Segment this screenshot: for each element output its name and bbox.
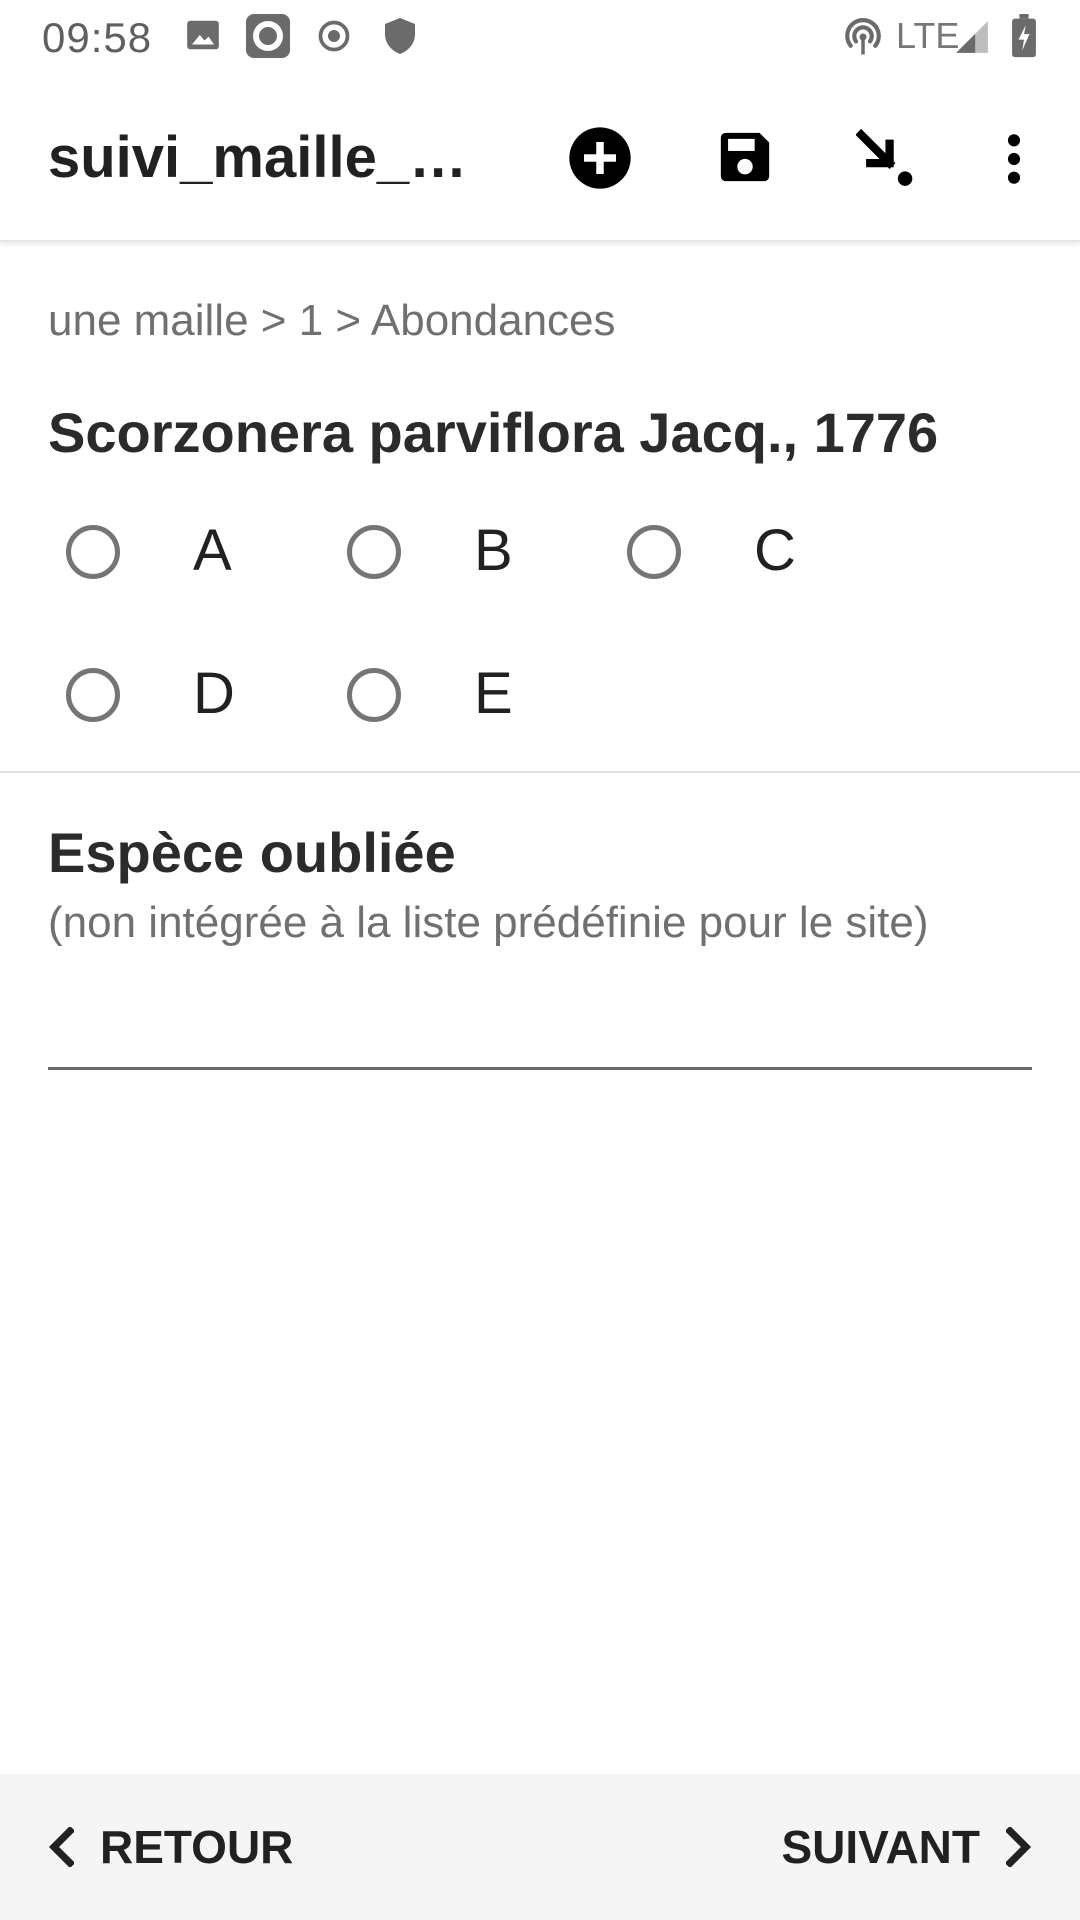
radio-button[interactable] (347, 668, 401, 722)
signal-icon (956, 21, 988, 53)
status-time: 09:58 (42, 14, 153, 61)
record-icon (246, 14, 290, 58)
breadcrumb: une maille > 1 > Abondances (48, 296, 616, 345)
radio-option-e[interactable]: E (347, 661, 567, 748)
more-vert-icon[interactable] (1000, 130, 1028, 188)
radio-option-c[interactable]: C (627, 518, 847, 605)
next-button[interactable]: SUIVANT (782, 1774, 1033, 1920)
radio-label: E (474, 661, 513, 726)
location-target-icon (318, 20, 350, 52)
forgotten-species-input[interactable] (48, 990, 1032, 1070)
radio-button[interactable] (627, 525, 681, 579)
next-label: SUIVANT (781, 1821, 981, 1873)
screen: 09:58 LTE suivi_maille_b… une maille > 1… (0, 0, 1080, 1920)
bottom-navigation: RETOUR SUIVANT (0, 1774, 1080, 1920)
hotspot-icon (845, 18, 881, 55)
app-title: suivi_maille_b… (48, 125, 488, 190)
radio-label: C (754, 518, 796, 583)
radio-label: B (474, 518, 513, 583)
jump-arrow-icon[interactable] (856, 126, 918, 190)
add-circle-icon[interactable] (568, 126, 632, 190)
chevron-right-icon (1006, 1827, 1032, 1867)
app-bar: suivi_maille_b… (0, 74, 1080, 241)
radio-button[interactable] (66, 525, 120, 579)
radio-label: A (193, 518, 232, 583)
section-divider (0, 771, 1080, 773)
status-bar: 09:58 LTE (0, 0, 1080, 74)
radio-option-a[interactable]: A (66, 518, 286, 605)
radio-button[interactable] (347, 525, 401, 579)
radio-button[interactable] (66, 668, 120, 722)
species-title: Scorzonera parviflora Jacq., 1776 (48, 401, 939, 464)
battery-charging-icon (1012, 14, 1036, 58)
radio-option-b[interactable]: B (347, 518, 567, 605)
forgotten-species-title: Espèce oubliée (48, 821, 456, 884)
network-type: LTE (896, 15, 960, 56)
forgotten-species-hint: (non intégrée à la liste prédéfinie pour… (48, 898, 929, 947)
radio-label: D (193, 661, 235, 726)
back-label: RETOUR (100, 1821, 294, 1873)
save-icon[interactable] (716, 128, 774, 186)
chevron-left-icon (48, 1827, 74, 1867)
radio-option-d[interactable]: D (66, 661, 286, 748)
shield-icon (385, 18, 415, 54)
back-button[interactable]: RETOUR (48, 1774, 293, 1920)
image-icon (187, 20, 219, 50)
